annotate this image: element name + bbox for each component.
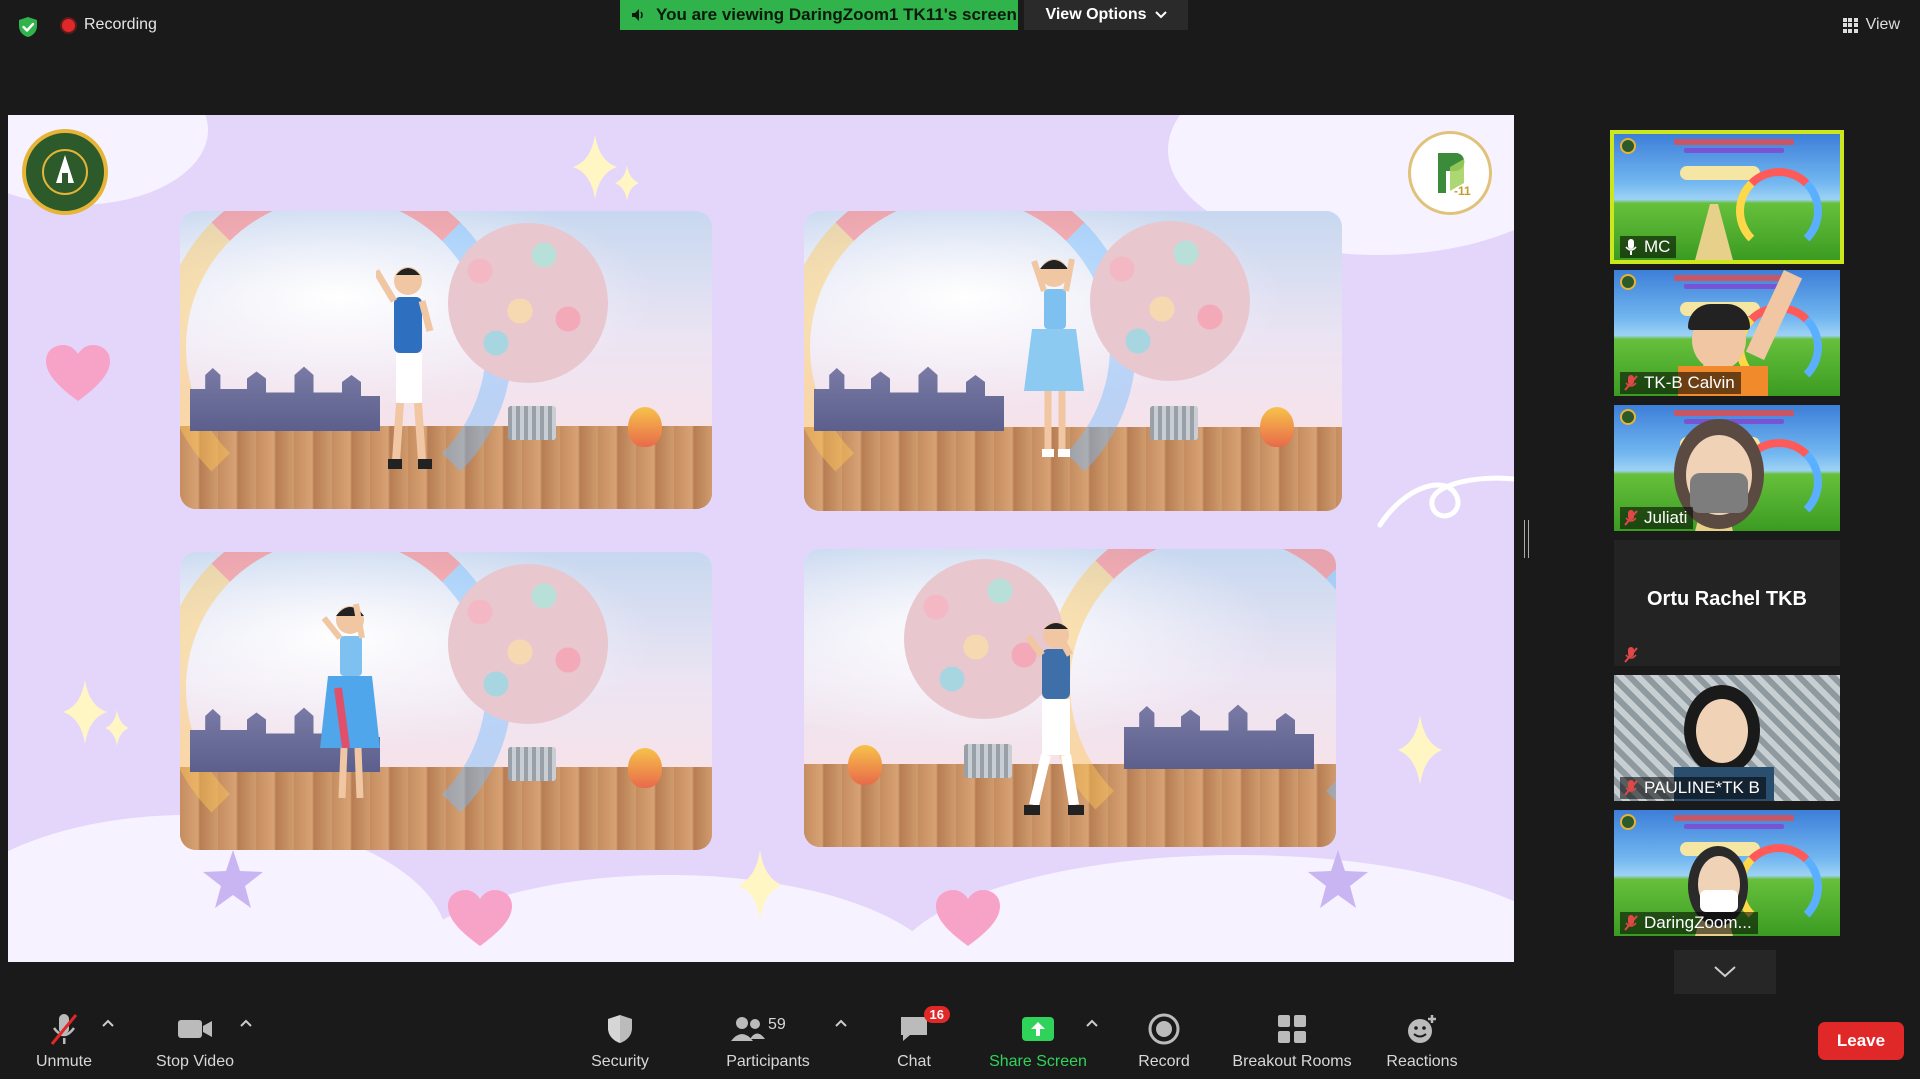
child-dancer-figure	[376, 267, 434, 469]
participant-name: MC	[1644, 237, 1671, 256]
security-shield-icon	[608, 1015, 632, 1043]
share-screen-arrow-icon	[1022, 1017, 1054, 1041]
muted-mic-icon	[50, 1014, 78, 1045]
security-button[interactable]: Security	[584, 1012, 656, 1071]
chevron-down-icon	[1714, 966, 1736, 978]
share-screen-label: Share Screen	[989, 1053, 1087, 1070]
sparkle-decoration	[573, 135, 639, 201]
swirl-decoration	[1377, 475, 1514, 528]
record-icon	[1148, 1013, 1180, 1045]
star-decoration	[1308, 850, 1368, 908]
grid-icon	[1842, 17, 1858, 33]
recording-label: Recording	[84, 16, 157, 33]
record-button[interactable]: Record	[1136, 1012, 1192, 1071]
view-button[interactable]: View	[1842, 16, 1900, 34]
stop-video-label: Stop Video	[156, 1053, 234, 1070]
sparkle-decoration	[63, 680, 129, 746]
view-options-label: View Options	[1045, 6, 1147, 23]
chat-unread-badge: 16	[923, 1006, 950, 1023]
school-logo-left	[22, 129, 108, 215]
reactions-icon	[1408, 1015, 1436, 1043]
reactions-button[interactable]: Reactions	[1384, 1012, 1460, 1071]
recording-dot-icon	[62, 18, 75, 32]
heart-decoration	[46, 345, 110, 401]
speaker-icon	[632, 9, 643, 21]
participant-name: PAULINE*TK B	[1644, 778, 1760, 797]
view-label: View	[1865, 16, 1900, 33]
participant-video-tile[interactable]: Ortu Rachel TKB	[1614, 540, 1840, 666]
class-logo-right: -11	[1408, 131, 1492, 215]
participants-count: 59	[768, 1016, 786, 1033]
tk11-logo-icon: -11	[1438, 153, 1471, 198]
child-dancer-figure	[1024, 258, 1084, 457]
participants-icon	[731, 1017, 765, 1041]
muted-mic-icon	[1624, 915, 1638, 931]
reactions-label: Reactions	[1386, 1053, 1458, 1070]
breakout-rooms-icon	[1278, 1015, 1306, 1043]
view-options-button[interactable]: View Options	[1024, 0, 1188, 30]
heart-decoration	[936, 890, 1000, 946]
participant-name: TK-B Calvin	[1644, 373, 1735, 392]
participant-video-tile[interactable]: DaringZoom...	[1614, 810, 1840, 936]
security-label: Security	[591, 1053, 649, 1070]
muted-mic-icon	[1624, 510, 1638, 526]
star-decoration	[203, 850, 263, 908]
sparkle-decoration	[1398, 715, 1442, 785]
participant-name: Juliati	[1644, 508, 1688, 527]
shield-check-icon[interactable]	[16, 15, 40, 39]
participants-label: Participants	[726, 1053, 810, 1070]
dance-video-tile	[804, 211, 1342, 511]
heart-decoration	[448, 890, 512, 946]
video-camera-icon	[178, 1020, 212, 1038]
breakout-rooms-label: Breakout Rooms	[1232, 1053, 1352, 1070]
chat-button[interactable]: 16 Chat	[892, 1006, 950, 1071]
svg-text:-11: -11	[1454, 184, 1471, 198]
dance-video-tile	[804, 549, 1336, 847]
stop-video-button[interactable]: Stop Video	[150, 1012, 240, 1071]
sparkle-decoration	[738, 850, 782, 920]
participant-name-large: Ortu Rachel TKB	[1646, 588, 1808, 610]
top-bar: Recording You are viewing DaringZoom1 TK…	[0, 0, 1920, 48]
gallery-scroll-down-button[interactable]	[1674, 950, 1776, 994]
meeting-toolbar: Unmute Stop Video Security 59 Participan…	[0, 1000, 1920, 1079]
participant-name: DaringZoom...	[1644, 913, 1752, 932]
breakout-rooms-button[interactable]: Breakout Rooms	[1230, 1012, 1354, 1071]
chat-label: Chat	[897, 1053, 931, 1070]
mic-icon	[1625, 239, 1637, 255]
leave-button[interactable]: Leave	[1818, 1022, 1904, 1060]
participants-options-caret-icon[interactable]	[835, 1018, 847, 1028]
recording-indicator[interactable]: Recording	[62, 16, 157, 34]
panel-resize-handle[interactable]	[1524, 520, 1529, 558]
muted-mic-icon	[1624, 375, 1638, 391]
dance-video-tile	[180, 552, 712, 850]
unmute-button[interactable]: Unmute	[32, 1012, 96, 1071]
participant-video-tile[interactable]: MC	[1610, 130, 1844, 264]
participant-video-tile[interactable]: PAULINE*TK B	[1614, 675, 1840, 801]
muted-mic-icon	[1624, 780, 1638, 796]
child-dancer-figure	[1024, 622, 1084, 815]
video-options-caret-icon[interactable]	[240, 1018, 252, 1028]
child-dancer-figure	[320, 603, 380, 799]
dance-video-tile	[180, 211, 712, 509]
share-screen-button[interactable]: Share Screen	[988, 1012, 1088, 1071]
shared-screen[interactable]: -11	[8, 115, 1514, 962]
participant-video-tile[interactable]: Juliati	[1614, 405, 1840, 531]
participant-video-tile[interactable]: TK-B Calvin	[1614, 270, 1840, 396]
record-label: Record	[1138, 1053, 1190, 1070]
viewing-screen-banner: You are viewing DaringZoom1 TK11's scree…	[620, 0, 1018, 30]
audio-options-caret-icon[interactable]	[102, 1018, 114, 1028]
unmute-label: Unmute	[35, 1053, 93, 1070]
emblem-icon	[42, 149, 88, 195]
chevron-down-icon	[1154, 11, 1167, 19]
viewing-banner-text: You are viewing DaringZoom1 TK11's scree…	[656, 5, 1017, 24]
participants-button[interactable]: 59 Participants	[722, 1012, 814, 1071]
share-options-caret-icon[interactable]	[1086, 1018, 1098, 1028]
muted-mic-icon	[1624, 647, 1638, 663]
